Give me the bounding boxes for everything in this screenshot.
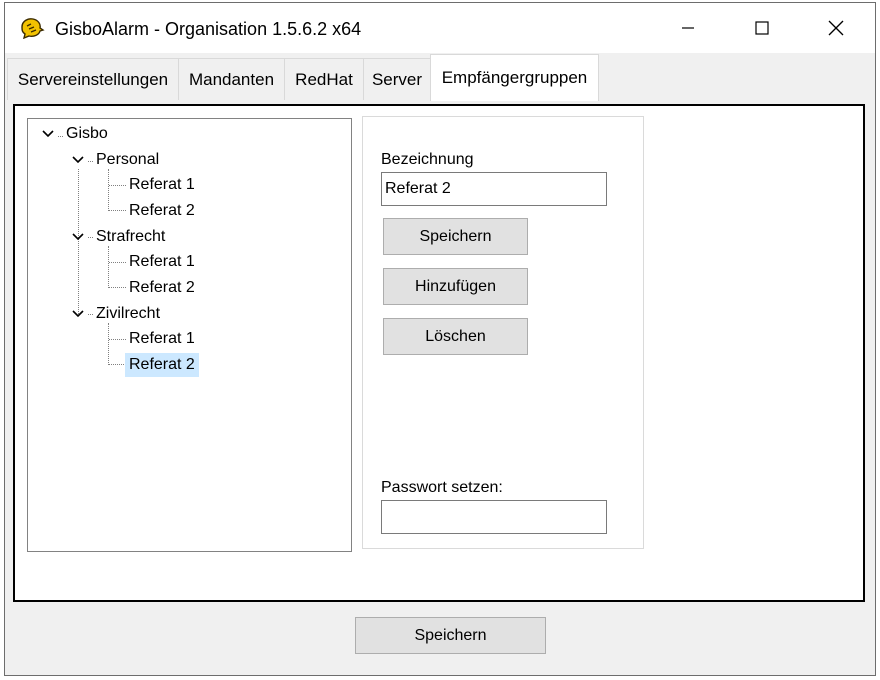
tree-node-group[interactable]: Personal xyxy=(96,148,159,172)
chevron-down-icon[interactable] xyxy=(71,155,85,165)
tab-content-panel: Gisbo Personal Referat 1 Referat 2 Straf… xyxy=(13,104,865,602)
bezeichnung-label: Bezeichnung xyxy=(381,151,474,168)
tab-mandanten[interactable]: Mandanten xyxy=(178,58,285,100)
chevron-down-icon[interactable] xyxy=(71,232,85,242)
tree-node-group[interactable]: Zivilrecht xyxy=(96,302,160,326)
title-bar[interactable]: GisboAlarm - Organisation 1.5.6.2 x64 xyxy=(5,3,875,53)
tree-node-leaf-selected[interactable]: Referat 2 xyxy=(125,353,199,377)
app-window: GisboAlarm - Organisation 1.5.6.2 x64 Se… xyxy=(4,2,876,676)
minimize-icon xyxy=(682,27,694,29)
bezeichnung-input[interactable]: Referat 2 xyxy=(381,172,607,206)
tree-node-leaf[interactable]: Referat 2 xyxy=(129,276,195,300)
tab-server[interactable]: Server xyxy=(363,58,431,100)
group-tree-view[interactable]: Gisbo Personal Referat 1 Referat 2 Straf… xyxy=(27,118,352,552)
tab-strip: Servereinstellungen Mandanten RedHat Ser… xyxy=(5,53,875,101)
group-edit-panel: Bezeichnung Referat 2 Speichern Hinzufüg… xyxy=(362,116,644,549)
delete-group-button[interactable]: Löschen xyxy=(383,318,528,355)
password-label: Passwort setzen: xyxy=(381,479,503,496)
maximize-button[interactable] xyxy=(727,3,797,53)
add-group-button[interactable]: Hinzufügen xyxy=(383,268,528,305)
tree-node-leaf[interactable]: Referat 2 xyxy=(129,199,195,223)
save-group-button[interactable]: Speichern xyxy=(383,218,528,255)
tree-node-group[interactable]: Strafrecht xyxy=(96,225,165,249)
tree-node-leaf[interactable]: Referat 1 xyxy=(129,327,195,351)
chevron-down-icon[interactable] xyxy=(41,129,55,139)
minimize-button[interactable] xyxy=(653,3,723,53)
tree-node-leaf[interactable]: Referat 1 xyxy=(129,173,195,197)
save-button[interactable]: Speichern xyxy=(355,617,546,654)
close-button[interactable] xyxy=(801,3,871,53)
tree-node-root[interactable]: Gisbo xyxy=(66,122,108,146)
maximize-icon xyxy=(755,21,769,35)
tab-empfaengergruppen[interactable]: Empfängergruppen xyxy=(430,54,599,101)
app-alarm-icon xyxy=(21,18,45,39)
close-icon xyxy=(828,20,844,36)
chevron-down-icon[interactable] xyxy=(71,309,85,319)
tab-redhat[interactable]: RedHat xyxy=(284,58,364,100)
tree-node-leaf[interactable]: Referat 1 xyxy=(129,250,195,274)
window-title: GisboAlarm - Organisation 1.5.6.2 x64 xyxy=(55,19,362,39)
password-input[interactable] xyxy=(381,500,607,534)
tab-servereinstellungen[interactable]: Servereinstellungen xyxy=(7,58,179,100)
